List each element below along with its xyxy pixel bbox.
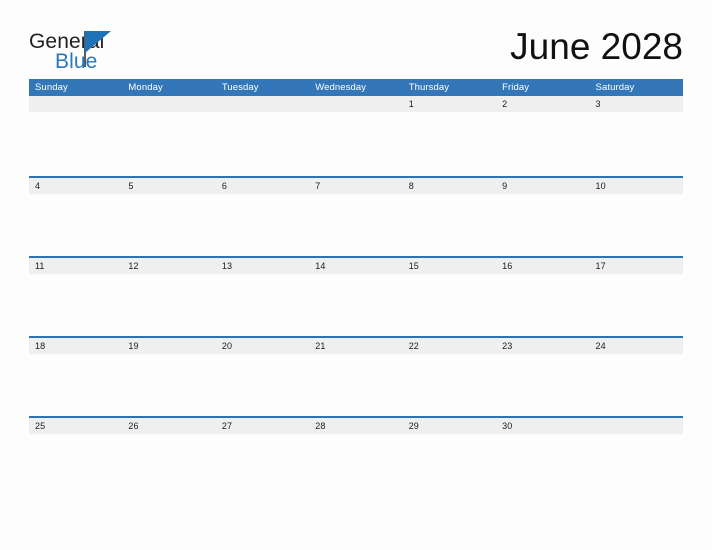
weekday-header-monday: Monday (128, 82, 163, 93)
day-cell[interactable]: 8 (403, 178, 496, 194)
weekday-header-saturday: Saturday (595, 82, 635, 93)
day-cell[interactable] (309, 96, 402, 112)
weekday-header-row: Sunday Monday Tuesday Wednesday Thursday… (29, 79, 683, 96)
day-cell[interactable]: 1 (403, 96, 496, 112)
day-cell[interactable]: 2 (496, 96, 589, 112)
day-cell[interactable]: 29 (403, 418, 496, 434)
day-cell[interactable] (216, 96, 309, 112)
day-cell[interactable]: 16 (496, 258, 589, 274)
week-row: 18 19 20 21 22 23 24 (29, 336, 683, 416)
day-cell[interactable]: 10 (590, 178, 683, 194)
day-cell[interactable]: 17 (590, 258, 683, 274)
week-row: 4 5 6 7 8 9 10 (29, 176, 683, 256)
day-cell[interactable]: 7 (309, 178, 402, 194)
week-note-area[interactable] (29, 112, 683, 174)
week-date-band: 18 19 20 21 22 23 24 (29, 338, 683, 354)
week-row: 11 12 13 14 15 16 17 (29, 256, 683, 336)
day-cell[interactable]: 14 (309, 258, 402, 274)
day-cell[interactable] (122, 96, 215, 112)
day-cell[interactable] (29, 96, 122, 112)
page-title: June 2028 (510, 26, 683, 67)
calendar-grid: Sunday Monday Tuesday Wednesday Thursday… (29, 79, 683, 496)
weekday-header-friday: Friday (502, 82, 530, 93)
day-cell[interactable]: 23 (496, 338, 589, 354)
week-note-area[interactable] (29, 434, 683, 496)
day-cell[interactable]: 21 (309, 338, 402, 354)
day-cell[interactable]: 30 (496, 418, 589, 434)
page-header: General Blue June 2028 (0, 0, 712, 78)
day-cell[interactable]: 26 (122, 418, 215, 434)
day-cell[interactable]: 20 (216, 338, 309, 354)
logo-text-blue: Blue (55, 50, 98, 73)
weekday-header-wednesday: Wednesday (315, 82, 367, 93)
day-cell[interactable]: 24 (590, 338, 683, 354)
week-date-band: 25 26 27 28 29 30 (29, 418, 683, 434)
week-date-band: 4 5 6 7 8 9 10 (29, 178, 683, 194)
week-date-band: 11 12 13 14 15 16 17 (29, 258, 683, 274)
day-cell[interactable]: 22 (403, 338, 496, 354)
day-cell[interactable]: 12 (122, 258, 215, 274)
day-cell[interactable]: 19 (122, 338, 215, 354)
day-cell[interactable]: 6 (216, 178, 309, 194)
general-blue-logo[interactable]: General Blue (29, 30, 149, 74)
week-note-area[interactable] (29, 354, 683, 416)
day-cell[interactable]: 27 (216, 418, 309, 434)
week-row: 1 2 3 (29, 96, 683, 176)
week-row: 25 26 27 28 29 30 (29, 416, 683, 496)
day-cell[interactable]: 3 (590, 96, 683, 112)
day-cell[interactable]: 11 (29, 258, 122, 274)
weekday-header-thursday: Thursday (408, 82, 450, 93)
weekday-header-sunday: Sunday (35, 82, 68, 93)
day-cell[interactable]: 4 (29, 178, 122, 194)
day-cell[interactable]: 15 (403, 258, 496, 274)
day-cell[interactable]: 13 (216, 258, 309, 274)
day-cell[interactable]: 18 (29, 338, 122, 354)
day-cell[interactable]: 25 (29, 418, 122, 434)
day-cell[interactable]: 9 (496, 178, 589, 194)
week-date-band: 1 2 3 (29, 96, 683, 112)
day-cell[interactable] (590, 418, 683, 434)
day-cell[interactable]: 28 (309, 418, 402, 434)
weekday-header-tuesday: Tuesday (221, 82, 259, 93)
day-cell[interactable]: 5 (122, 178, 215, 194)
week-note-area[interactable] (29, 194, 683, 256)
week-note-area[interactable] (29, 274, 683, 336)
